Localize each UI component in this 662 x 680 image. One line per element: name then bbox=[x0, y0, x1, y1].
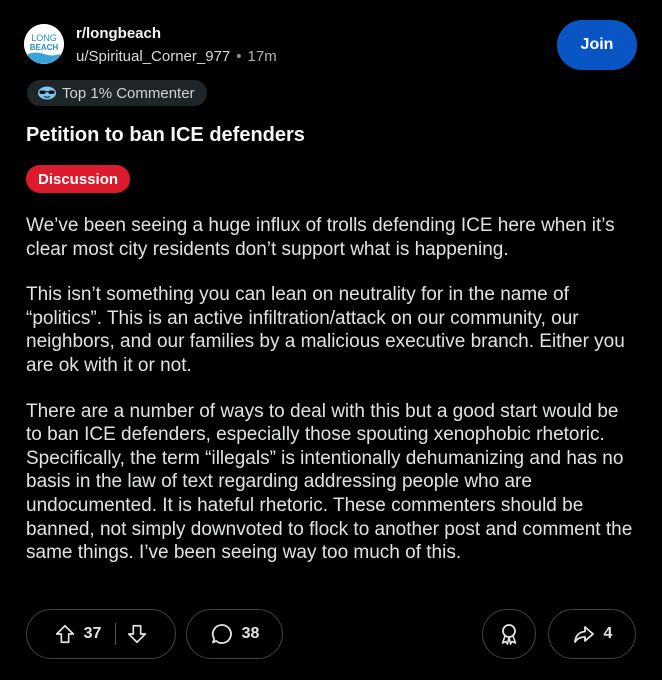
share-arrow-icon bbox=[573, 626, 594, 643]
share-button[interactable]: 4 bbox=[548, 609, 636, 659]
upvote-arrow-icon bbox=[55, 624, 74, 644]
avatar-text-bottom: BEACH bbox=[30, 43, 59, 52]
user-badge[interactable]: Top 1% Commenter bbox=[27, 80, 207, 106]
username-link[interactable]: u/Spiritual_Corner_977 bbox=[76, 48, 230, 65]
upvote-count: 37 bbox=[83, 625, 102, 642]
post-flair[interactable]: Discussion bbox=[26, 165, 131, 193]
subreddit-avatar[interactable]: LONG BEACH bbox=[24, 24, 64, 64]
comment-count: 38 bbox=[241, 625, 260, 642]
body-paragraph: This isn’t something you can lean on neu… bbox=[26, 284, 625, 376]
vote-bar: 37 bbox=[26, 609, 176, 659]
body-paragraph: There are a number of ways to deal with … bbox=[26, 400, 633, 564]
join-button[interactable]: Join bbox=[557, 20, 637, 70]
comment-bubble-icon bbox=[211, 624, 232, 644]
vote-divider bbox=[115, 623, 117, 645]
downvote-button[interactable] bbox=[126, 623, 148, 645]
post-body: We’ve been seeing a huge influx of troll… bbox=[26, 214, 636, 587]
badge-label: Top 1% Commenter bbox=[62, 84, 195, 102]
post-title[interactable]: Petition to ban ICE defenders bbox=[26, 124, 305, 147]
post-meta: u/Spiritual_Corner_977 • 17m bbox=[76, 48, 277, 65]
sunglasses-icon bbox=[38, 86, 56, 100]
meta-separator: • bbox=[236, 48, 242, 65]
body-paragraph: We’ve been seeing a huge influx of troll… bbox=[26, 215, 615, 260]
award-button[interactable] bbox=[482, 609, 536, 659]
share-count: 4 bbox=[603, 625, 613, 642]
avatar-text-top: LONG bbox=[31, 33, 57, 43]
long-beach-logo-icon: LONG BEACH bbox=[24, 24, 64, 64]
subreddit-name[interactable]: r/longbeach bbox=[76, 25, 161, 42]
upvote-button[interactable]: 37 bbox=[54, 623, 102, 645]
award-ribbon-icon bbox=[501, 624, 517, 645]
post-time: 17m bbox=[247, 48, 277, 65]
downvote-arrow-icon bbox=[128, 624, 147, 644]
comments-button[interactable]: 38 bbox=[186, 609, 283, 659]
